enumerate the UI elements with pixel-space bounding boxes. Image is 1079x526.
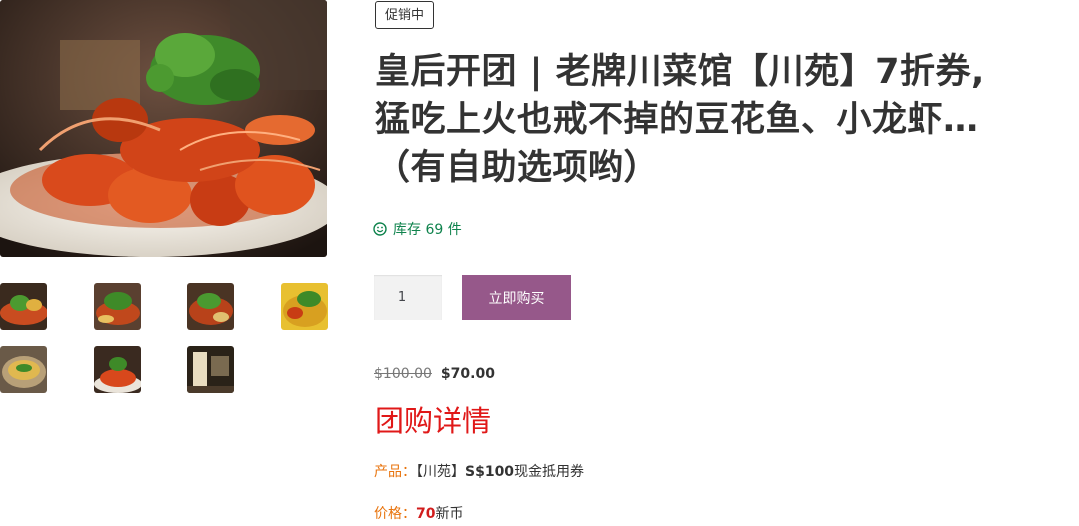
product-label: 产品：	[374, 464, 416, 480]
product-page: 促销中 皇后开团 | 老牌川菜馆【川苑】7折券, 猛吃上火也戒不掉的豆花鱼、小龙…	[0, 0, 1079, 526]
thumbnail-6[interactable]	[94, 346, 141, 393]
deal-details-heading: 团购详情	[375, 404, 492, 438]
product-title-line-2: 猛吃上火也戒不掉的豆花鱼、小龙虾…	[375, 100, 979, 140]
product-main-image[interactable]	[0, 0, 327, 257]
product-suffix: 现金抵用券	[514, 464, 585, 480]
product-name-prefix: 【川苑】	[416, 464, 465, 480]
quantity-input[interactable]	[374, 275, 442, 320]
original-price: $100.00	[374, 366, 432, 382]
stock-text: 库存 69 件	[393, 222, 462, 238]
sale-price: $70.00	[440, 366, 495, 382]
thumbnail-7[interactable]	[187, 346, 234, 393]
stock-status: 库存 69 件	[373, 219, 462, 239]
product-title-line-3: （有自助选项哟）	[375, 148, 660, 188]
product-title: 皇后开团 | 老牌川菜馆【川苑】7折券, 猛吃上火也戒不掉的豆花鱼、小龙虾… （…	[375, 48, 1075, 192]
thumbnail-2[interactable]	[94, 283, 141, 330]
thumbnail-1[interactable]	[0, 283, 47, 330]
thumbnail-4[interactable]	[281, 283, 328, 330]
price-value: 70	[416, 506, 436, 522]
sale-badge: 促销中	[375, 1, 435, 29]
price-unit: 新币	[435, 506, 464, 522]
product-title-line-1: 皇后开团 | 老牌川菜馆【川苑】7折券,	[375, 52, 985, 92]
price: $100.00 $70.00	[374, 366, 495, 382]
thumbnail-3[interactable]	[187, 283, 234, 330]
detail-product-row: 产品：【川苑】S$100现金抵用券	[374, 461, 584, 481]
smile-icon	[373, 222, 387, 236]
product-amount: S$100	[465, 464, 515, 480]
detail-price-row: 价格：70新币	[374, 503, 463, 523]
thumbnail-5[interactable]	[0, 346, 47, 393]
buy-now-button[interactable]: 立即购买	[462, 275, 571, 320]
price-label: 价格：	[374, 506, 416, 522]
